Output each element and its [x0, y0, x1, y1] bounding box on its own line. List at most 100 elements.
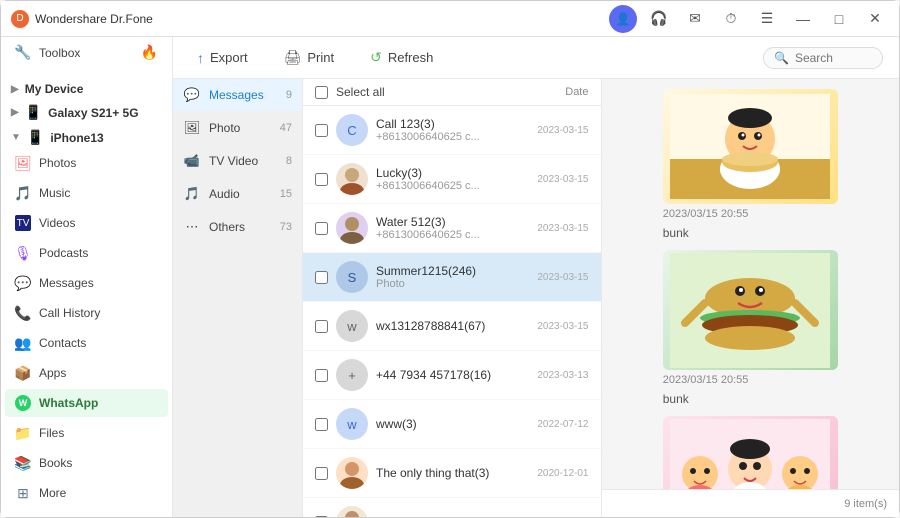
mail-icon[interactable]: ✉	[681, 5, 709, 33]
preview-timestamp-0: 2023/03/15 20:55	[663, 204, 838, 224]
chat-checkbox-1[interactable]	[315, 173, 328, 186]
category-photo[interactable]: 🖼 Photo 47	[173, 112, 302, 145]
export-button[interactable]: ↑ Export	[189, 46, 256, 70]
sidebar-item-books[interactable]: 📚 Books	[5, 449, 168, 477]
chat-date-3: 2023-03-15	[537, 272, 588, 283]
my-backup-header[interactable]: ▼ My Backup	[1, 516, 172, 517]
chat-avatar-8	[336, 506, 368, 517]
menu-icon[interactable]: ☰	[753, 5, 781, 33]
tv-video-cat-icon: 📹	[183, 153, 201, 169]
chat-item-2[interactable]: Water 512(3) +8613006640625 c... 2023-03…	[303, 204, 601, 253]
chat-name-1: Lucky(3)	[376, 166, 529, 180]
apps-label: Apps	[39, 366, 158, 380]
chat-info-7: The only thing that(3)	[376, 466, 529, 480]
audio-cat-icon: 🎵	[183, 186, 201, 202]
sidebar-item-messages[interactable]: 💬 Messages	[5, 269, 168, 297]
date-column-label: Date	[565, 86, 588, 98]
user-avatar-icon[interactable]: 👤	[609, 5, 637, 33]
chat-sub-2: +8613006640625 c...	[376, 229, 529, 241]
photo-cat-count: 47	[280, 122, 292, 134]
galaxy-label: Galaxy S21+ 5G	[48, 106, 138, 120]
sidebar-item-contacts[interactable]: 👥 Contacts	[5, 329, 168, 357]
chat-checkbox-6[interactable]	[315, 418, 328, 431]
contacts-label: Contacts	[39, 336, 158, 350]
podcasts-label: Podcasts	[39, 246, 158, 260]
select-all-checkbox[interactable]	[315, 86, 328, 99]
headset-icon[interactable]: 🎧	[645, 5, 673, 33]
sidebar-item-call-history[interactable]: 📞 Call History	[5, 299, 168, 327]
history-icon[interactable]: ⏱	[717, 5, 745, 33]
chat-name-0: Call 123(3)	[376, 117, 529, 131]
category-messages[interactable]: 💬 Messages 9	[173, 79, 302, 112]
category-others[interactable]: ⋯ Others 73	[173, 211, 302, 244]
audio-cat-label: Audio	[209, 187, 240, 201]
print-icon: 🖨	[284, 49, 302, 66]
chat-item-6[interactable]: w www(3) 2022-07-12	[303, 400, 601, 449]
category-list: 💬 Messages 9 🖼 Photo 47 📹 TV Video 8 🎵 A…	[173, 79, 303, 517]
chat-info-1: Lucky(3) +8613006640625 c...	[376, 166, 529, 192]
preview-content: 2023/03/15 20:55 bunk	[602, 79, 900, 489]
chat-name-2: Water 512(3)	[376, 215, 529, 229]
minimize-button[interactable]: —	[789, 5, 817, 33]
chat-item-1[interactable]: Lucky(3) +8613006640625 c... 2023-03-15	[303, 155, 601, 204]
chat-date-0: 2023-03-15	[537, 125, 588, 136]
audio-cat-count: 15	[280, 188, 292, 200]
chat-info-5: +44 7934 457178(16)	[376, 368, 529, 382]
chat-avatar-1	[336, 163, 368, 195]
chat-item-4[interactable]: w wx13128788841(67) 2023-03-15	[303, 302, 601, 351]
chat-checkbox-7[interactable]	[315, 467, 328, 480]
export-icon: ↑	[197, 50, 204, 66]
galaxy-header[interactable]: ▶ 📱 Galaxy S21+ 5G	[1, 98, 172, 123]
sidebar-item-apps[interactable]: 📦 Apps	[5, 359, 168, 387]
sidebar-item-videos[interactable]: TV Videos	[5, 209, 168, 237]
photo-cat-icon: 🖼	[183, 120, 201, 136]
chat-item-8[interactable]: Hi and thanks(3) 2020-07-24	[303, 498, 601, 517]
call-history-label: Call History	[39, 306, 158, 320]
search-input[interactable]	[795, 51, 872, 65]
search-box[interactable]: 🔍	[763, 47, 883, 69]
messages-cat-count: 9	[286, 89, 292, 101]
books-label: Books	[39, 456, 158, 470]
search-icon: 🔍	[774, 51, 789, 65]
sidebar-item-more[interactable]: ⊞ More	[5, 479, 168, 507]
chat-checkbox-0[interactable]	[315, 124, 328, 137]
chat-date-6: 2022-07-12	[537, 419, 588, 430]
chat-checkbox-5[interactable]	[315, 369, 328, 382]
sidebar-item-podcasts[interactable]: 🎙 Podcasts	[5, 239, 168, 267]
chat-item-3[interactable]: S Summer1215(246) Photo 2023-03-15	[303, 253, 601, 302]
chat-checkbox-3[interactable]	[315, 271, 328, 284]
chat-item-7[interactable]: The only thing that(3) 2020-12-01	[303, 449, 601, 498]
sidebar-item-photos[interactable]: 🖼 Photos	[5, 149, 168, 177]
chat-item-0[interactable]: C Call 123(3) +8613006640625 c... 2023-0…	[303, 106, 601, 155]
sidebar-item-whatsapp[interactable]: W WhatsApp	[5, 389, 168, 417]
preview-image-0[interactable]	[663, 89, 838, 204]
chat-checkbox-8[interactable]	[315, 516, 328, 518]
chat-item-5[interactable]: + +44 7934 457178(16) 2023-03-13	[303, 351, 601, 400]
preview-image-1[interactable]	[663, 250, 838, 370]
my-device-header[interactable]: ▶ My Device	[1, 76, 172, 98]
others-cat-count: 73	[280, 221, 292, 233]
refresh-label: Refresh	[388, 50, 434, 65]
chat-checkbox-2[interactable]	[315, 222, 328, 235]
others-cat-icon: ⋯	[183, 219, 201, 235]
preview-item-0: 2023/03/15 20:55 bunk	[612, 89, 890, 242]
maximize-button[interactable]: □	[825, 5, 853, 33]
chat-checkbox-4[interactable]	[315, 320, 328, 333]
category-tv-video[interactable]: 📹 TV Video 8	[173, 145, 302, 178]
refresh-button[interactable]: ↺ Refresh	[362, 45, 441, 70]
messages-cat-icon: 💬	[183, 87, 201, 103]
category-audio[interactable]: 🎵 Audio 15	[173, 178, 302, 211]
sidebar-item-music[interactable]: 🎵 Music	[5, 179, 168, 207]
chat-list-header: Select all Date	[303, 79, 601, 106]
sidebar: 🔧 Toolbox 🔥 ▶ My Device ▶ 📱 Galaxy S21+ …	[1, 37, 173, 517]
files-label: Files	[39, 426, 158, 440]
chat-info-2: Water 512(3) +8613006640625 c...	[376, 215, 529, 241]
sidebar-item-files[interactable]: 📁 Files	[5, 419, 168, 447]
preview-timestamp-1: 2023/03/15 20:55	[663, 370, 838, 390]
sidebar-item-toolbox[interactable]: 🔧 Toolbox 🔥	[5, 38, 168, 67]
tv-video-cat-label: TV Video	[209, 154, 258, 168]
print-button[interactable]: 🖨 Print	[276, 45, 343, 70]
preview-image-2[interactable]	[663, 416, 838, 489]
iphone13-header[interactable]: ▼ 📱 iPhone13	[1, 123, 172, 148]
close-button[interactable]: ✕	[861, 5, 889, 33]
